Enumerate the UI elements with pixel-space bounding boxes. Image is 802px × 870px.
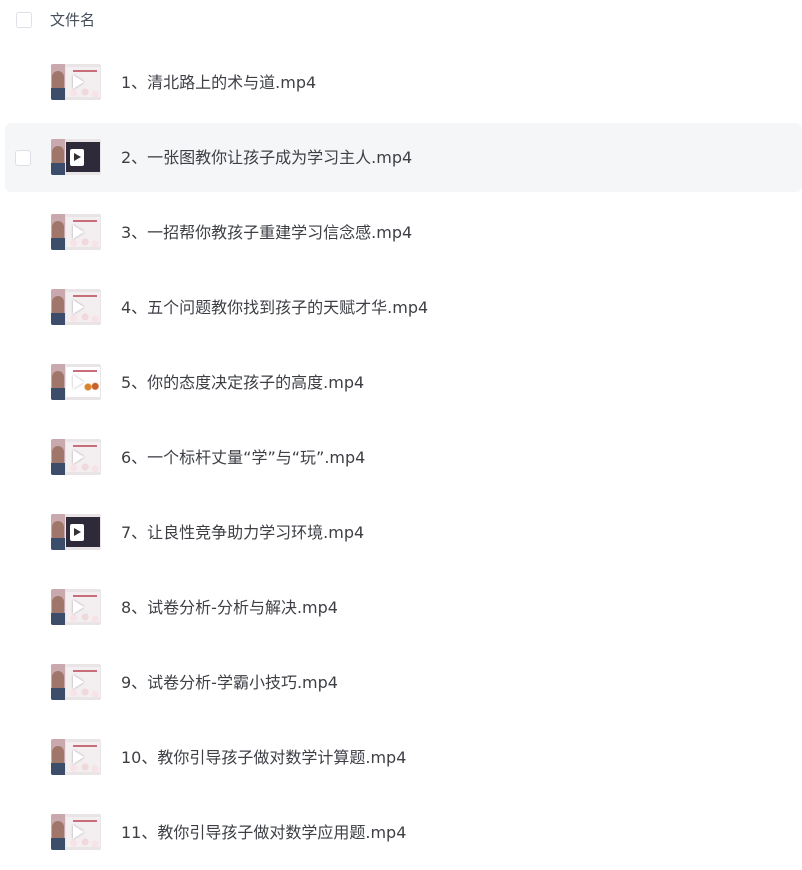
play-icon [73,225,84,239]
video-thumbnail-icon [51,514,101,550]
video-thumbnail-icon [51,289,101,325]
play-icon [73,375,84,389]
file-row[interactable]: 3、一招帮你教孩子重建学习信念感.mp4 [0,195,802,270]
file-name[interactable]: 3、一招帮你教孩子重建学习信念感.mp4 [121,222,412,244]
file-name[interactable]: 4、五个问题教你找到孩子的天赋才华.mp4 [121,297,428,319]
video-thumbnail-icon [51,64,101,100]
file-row[interactable]: 6、一个标杆丈量“学”与“玩”.mp4 [0,420,802,495]
file-row[interactable]: 11、教你引导孩子做对数学应用题.mp4 [0,795,802,870]
play-icon [73,675,84,689]
file-row[interactable]: 8、试卷分析-分析与解决.mp4 [0,570,802,645]
video-thumbnail-icon [51,214,101,250]
play-icon [73,300,84,314]
file-row[interactable]: 1、清北路上的术与道.mp4 [0,45,802,120]
file-name[interactable]: 10、教你引导孩子做对数学计算题.mp4 [121,747,406,769]
video-thumbnail-icon [51,439,101,475]
file-name[interactable]: 8、试卷分析-分析与解决.mp4 [121,597,338,619]
play-icon [73,75,84,89]
file-name[interactable]: 1、清北路上的术与道.mp4 [121,72,316,94]
file-list-header: 文件名 [0,0,802,40]
file-row[interactable]: 5、你的态度决定孩子的高度.mp4 [0,345,802,420]
file-name[interactable]: 7、让良性竞争助力学习环境.mp4 [121,522,364,544]
filename-column-header[interactable]: 文件名 [50,10,95,30]
select-all-checkbox[interactable] [16,12,32,28]
play-icon [73,825,84,839]
video-thumbnail-icon [51,364,101,400]
file-row[interactable]: 4、五个问题教你找到孩子的天赋才华.mp4 [0,270,802,345]
file-row[interactable]: 10、教你引导孩子做对数学计算题.mp4 [0,720,802,795]
video-thumbnail-icon [51,139,101,175]
file-list: 1、清北路上的术与道.mp4 2、一张图教你让孩子成为学习主人.mp4 3、一招… [0,45,802,870]
file-name[interactable]: 5、你的态度决定孩子的高度.mp4 [121,372,364,394]
video-thumbnail-icon [51,589,101,625]
play-icon [73,450,84,464]
play-icon [70,149,84,166]
file-name[interactable]: 9、试卷分析-学霸小技巧.mp4 [121,672,338,694]
play-icon [73,600,84,614]
row-checkbox[interactable] [15,150,31,166]
video-thumbnail-icon [51,664,101,700]
play-icon [73,750,84,764]
file-row[interactable]: 9、试卷分析-学霸小技巧.mp4 [0,645,802,720]
video-thumbnail-icon [51,814,101,850]
file-row[interactable]: 7、让良性竞争助力学习环境.mp4 [0,495,802,570]
file-row[interactable]: 2、一张图教你让孩子成为学习主人.mp4 [0,120,802,195]
play-icon [70,524,84,541]
file-name[interactable]: 2、一张图教你让孩子成为学习主人.mp4 [121,147,412,169]
video-thumbnail-icon [51,739,101,775]
file-name[interactable]: 6、一个标杆丈量“学”与“玩”.mp4 [121,447,365,469]
